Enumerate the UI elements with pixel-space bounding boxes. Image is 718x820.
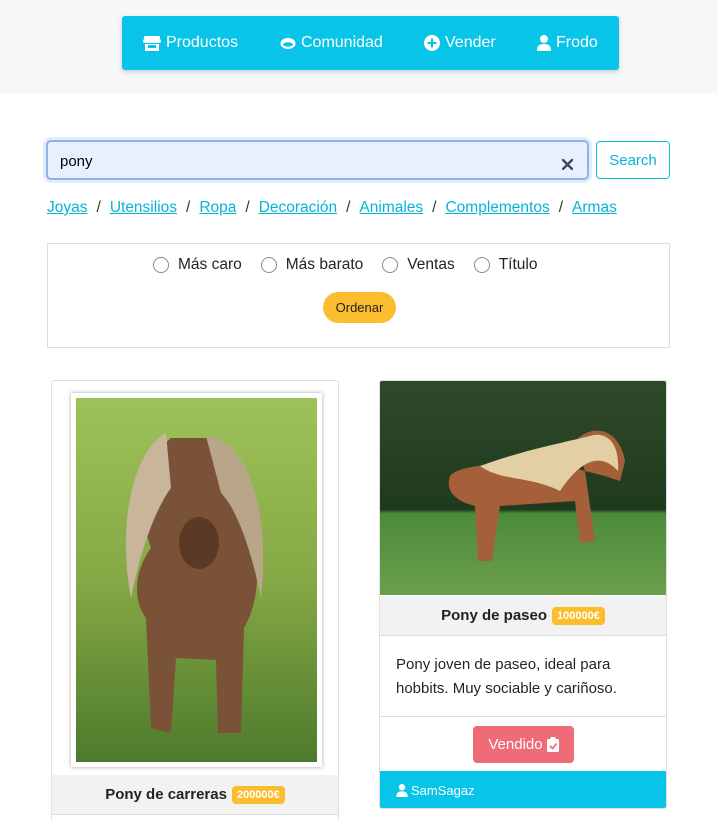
ring-icon (280, 37, 296, 49)
sort-option-label: Más caro (178, 256, 242, 273)
nav-item-vender[interactable]: Vender (424, 16, 496, 70)
clipboard-check-icon (546, 737, 559, 752)
sold-button[interactable]: Vendido (473, 726, 574, 763)
product-image-frame (71, 393, 322, 767)
product-title-bar: Pony de paseo 100000€ (380, 596, 666, 636)
plus-circle-icon (424, 35, 440, 51)
sort-option-mas-barato[interactable]: Más barato (260, 256, 364, 274)
product-title-bar: Pony de carreras 200000€ (52, 775, 338, 815)
user-icon (537, 35, 551, 51)
nav-label: Frodo (556, 34, 598, 51)
category-separator: / (245, 199, 250, 216)
sort-option-mas-caro[interactable]: Más caro (153, 256, 242, 274)
sort-panel: Más caro Más barato Ventas Título Ordena… (47, 243, 670, 348)
nav-item-user[interactable]: Frodo (537, 16, 598, 70)
search-box (46, 140, 589, 180)
category-link-animales[interactable]: Animales (359, 199, 423, 217)
nav-label: Productos (166, 34, 239, 51)
search-button[interactable]: Search (596, 141, 670, 179)
nav-item-productos[interactable]: Productos (143, 16, 238, 70)
divider (380, 716, 666, 717)
seller-bar[interactable]: SamSagaz (380, 771, 666, 808)
sort-option-label: Título (498, 256, 538, 273)
nav-item-comunidad[interactable]: Comunidad (280, 16, 383, 70)
category-separator: / (432, 199, 437, 216)
radio-button[interactable] (382, 257, 399, 273)
category-link-armas[interactable]: Armas (572, 199, 617, 217)
order-button[interactable]: Ordenar (323, 292, 396, 323)
radio-button[interactable] (473, 257, 490, 273)
product-title[interactable]: Pony de paseo (441, 607, 547, 624)
product-image[interactable] (380, 381, 667, 595)
category-links: Joyas / Utensilios / Ropa / Decoración /… (47, 198, 617, 218)
category-link-ropa[interactable]: Ropa (199, 199, 236, 217)
main-navbar: Productos Comunidad Vender Frodo (122, 16, 619, 70)
sort-option-titulo[interactable]: Título (473, 256, 538, 274)
sort-option-label: Más barato (285, 256, 364, 273)
nav-label: Vender (445, 34, 496, 51)
product-card: Pony de paseo 100000€ Pony joven de pase… (379, 380, 667, 809)
nav-label: Comunidad (301, 34, 383, 51)
store-icon (143, 35, 161, 51)
clear-icon[interactable] (561, 155, 574, 174)
category-separator: / (558, 199, 564, 216)
product-image[interactable] (76, 398, 317, 762)
product-title[interactable]: Pony de carreras (105, 786, 227, 803)
category-link-complementos[interactable]: Complementos (445, 199, 549, 217)
category-link-decoracion[interactable]: Decoración (259, 199, 337, 217)
category-link-utensilios[interactable]: Utensilios (110, 199, 177, 217)
sold-label: Vendido (488, 736, 543, 753)
category-separator: / (96, 199, 101, 216)
category-link-joyas[interactable]: Joyas (47, 199, 88, 217)
product-card: Pony de carreras 200000€ (51, 380, 339, 820)
category-separator: / (346, 199, 351, 216)
category-separator: / (186, 199, 191, 216)
sort-option-label: Ventas (407, 256, 455, 273)
radio-button[interactable] (153, 257, 169, 273)
sort-option-ventas[interactable]: Ventas (382, 256, 455, 274)
sort-options: Más caro Más barato Ventas Título (153, 256, 556, 274)
search-input[interactable] (60, 151, 540, 171)
price-badge: 200000€ (231, 785, 285, 804)
radio-button[interactable] (260, 257, 277, 273)
user-icon (396, 783, 408, 797)
seller-name: SamSagaz (411, 782, 475, 798)
product-description: Pony joven de paseo, ideal para hobbits.… (396, 656, 617, 697)
price-badge: 100000€ (552, 606, 605, 625)
